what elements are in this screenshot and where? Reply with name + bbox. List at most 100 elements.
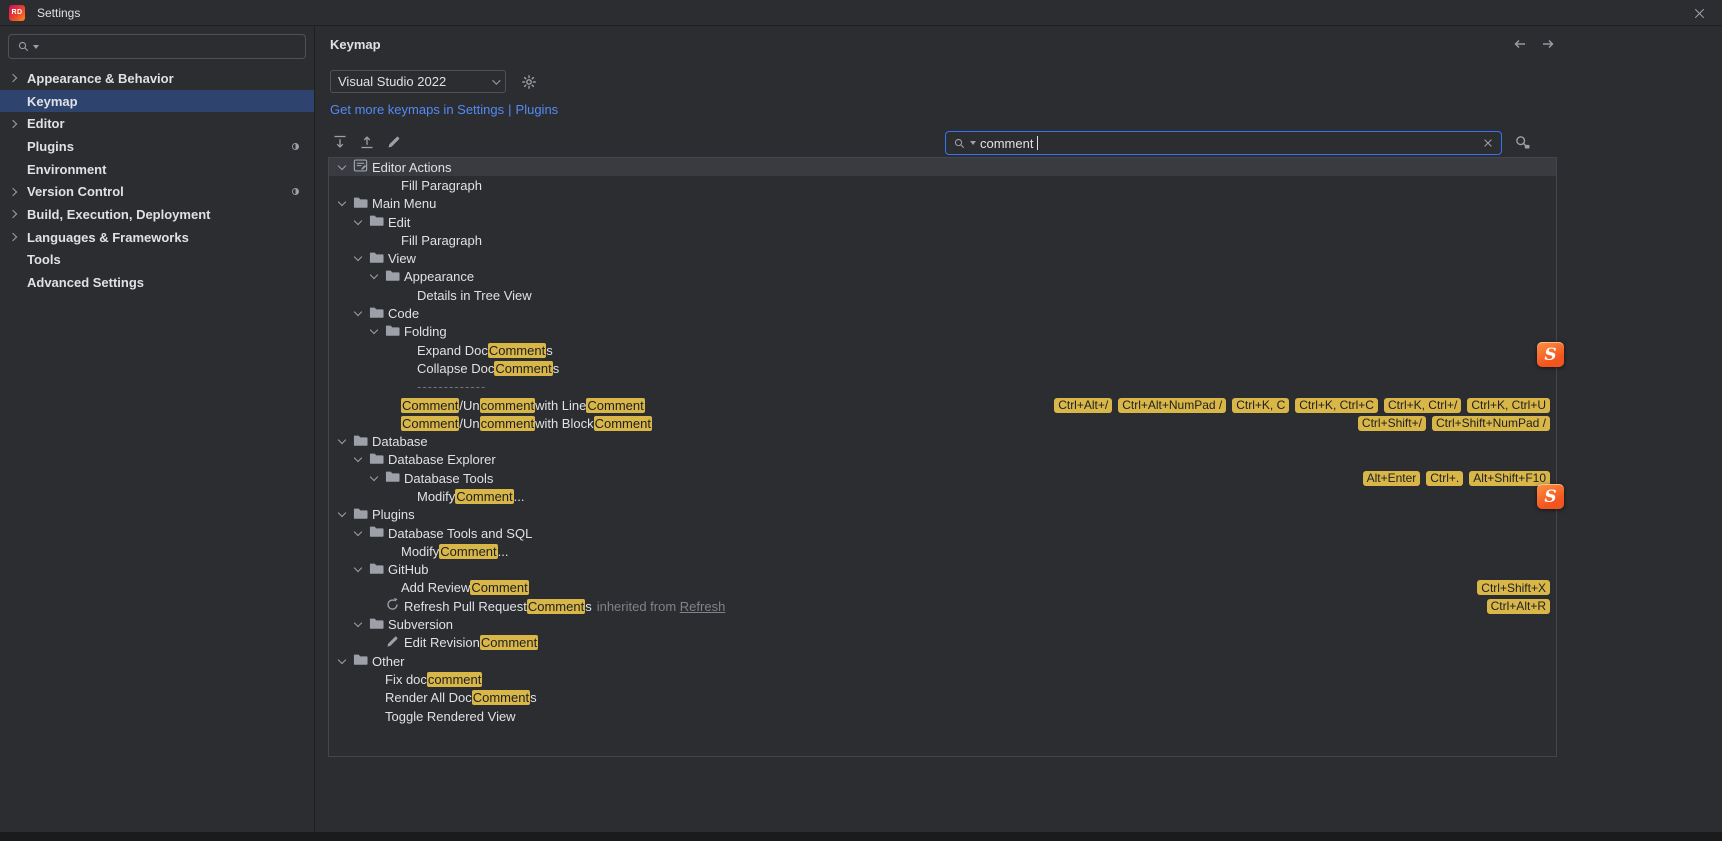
tree-row-refresh-pull-request-comments[interactable]: Refresh Pull Request Comments inherited … — [329, 597, 1556, 615]
chevron-down-icon[interactable] — [338, 198, 346, 206]
collapse-all-icon[interactable] — [359, 134, 375, 150]
back-arrow-icon[interactable] — [1512, 36, 1528, 52]
sidebar-item-tools[interactable]: Tools — [0, 249, 314, 272]
close-button[interactable] — [1677, 0, 1722, 26]
tree-row-plugins[interactable]: Plugins — [329, 506, 1556, 524]
expand-all-icon[interactable] — [332, 134, 348, 150]
chevron-down-icon[interactable] — [354, 454, 362, 462]
shortcut-badge: Alt+Enter — [1363, 471, 1421, 486]
sidebar-item-keymap[interactable]: Keymap — [0, 90, 314, 113]
shortcut-list: Alt+EnterCtrl+.Alt+Shift+F10 — [1363, 471, 1556, 486]
tree-row-modify-comment-2[interactable]: Modify Comment... — [329, 542, 1556, 560]
tree-row-database[interactable]: Database — [329, 432, 1556, 450]
tree-row-fill-paragraph-2[interactable]: Fill Paragraph — [329, 231, 1556, 249]
chevron-down-icon[interactable] — [338, 436, 346, 444]
chevron-down-icon[interactable] — [354, 619, 362, 627]
tree-row-subversion[interactable]: Subversion — [329, 615, 1556, 633]
edit-shortcut-icon[interactable] — [386, 134, 402, 150]
settings-search-input[interactable] — [8, 34, 306, 59]
tree-row-database-explorer[interactable]: Database Explorer — [329, 451, 1556, 469]
action-label: Refresh Pull Request Comments — [404, 599, 592, 614]
search-icon — [953, 137, 966, 150]
chevron-down-icon[interactable] — [338, 509, 346, 517]
tree-row-edit-revision-comment[interactable]: Edit Revision Comment — [329, 634, 1556, 652]
chevron-down-icon[interactable] — [354, 564, 362, 572]
tree-row-fill-paragraph[interactable]: Fill Paragraph — [329, 176, 1556, 194]
chevron-cell — [337, 660, 353, 663]
search-match-highlight: Comment — [439, 544, 497, 559]
tree-row-separator[interactable]: ------------- — [329, 378, 1556, 396]
tree-row-view[interactable]: View — [329, 249, 1556, 267]
sidebar-item-advanced-settings[interactable]: Advanced Settings — [0, 271, 314, 294]
chevron-down-icon[interactable] — [354, 216, 362, 224]
tree-row-database-tools-and-sql[interactable]: Database Tools and SQL — [329, 524, 1556, 542]
tree-row-appearance[interactable]: Appearance — [329, 268, 1556, 286]
chevron-down-icon[interactable] — [338, 161, 346, 169]
sidebar-item-editor[interactable]: Editor — [0, 112, 314, 135]
gear-icon[interactable] — [521, 74, 537, 90]
action-label: Details in Tree View — [417, 288, 532, 303]
tree-row-comment-uncomment-line[interactable]: Comment/Uncomment with Line CommentCtrl+… — [329, 396, 1556, 414]
keymap-settings-page: Keymap Visual Studio 2022 Get more keyma… — [316, 26, 1722, 832]
plugins-link[interactable]: Plugins — [516, 102, 559, 117]
inherited-from-link[interactable]: Refresh — [680, 599, 726, 614]
chevron-right-icon[interactable] — [9, 119, 17, 127]
folder-icon — [353, 195, 372, 213]
tree-row-expand-doc-comments[interactable]: Expand Doc Comments — [329, 341, 1556, 359]
sidebar-item-plugins[interactable]: Plugins — [0, 135, 314, 158]
sidebar-item-build-execution-deployment[interactable]: Build, Execution, Deployment — [0, 203, 314, 226]
tree-row-fix-doc-comment[interactable]: Fix doc comment — [329, 670, 1556, 688]
chevron-down-icon[interactable] — [354, 527, 362, 535]
chevron-right-icon[interactable] — [9, 74, 17, 82]
sidebar-item-environment[interactable]: Environment — [0, 158, 314, 181]
label-text: Other — [372, 654, 405, 669]
tree-row-edit[interactable]: Edit — [329, 213, 1556, 231]
tree-row-collapse-doc-comments[interactable]: Collapse Doc Comments — [329, 359, 1556, 377]
tree-row-add-review-comment[interactable]: Add Review CommentCtrl+Shift+X — [329, 579, 1556, 597]
chevron-cell — [10, 121, 27, 127]
folder-icon — [353, 506, 372, 524]
tree-row-github[interactable]: GitHub — [329, 561, 1556, 579]
chevron-down-icon[interactable] — [370, 326, 378, 334]
tree-row-main-menu[interactable]: Main Menu — [329, 195, 1556, 213]
tree-row-other[interactable]: Other — [329, 652, 1556, 670]
action-label: Appearance — [404, 269, 474, 284]
tree-row-details-in-tree-view[interactable]: Details in Tree View — [329, 286, 1556, 304]
editor-actions-icon — [353, 158, 368, 173]
chevron-down-icon[interactable] — [338, 655, 346, 663]
tree-row-toggle-rendered-view[interactable]: Toggle Rendered View — [329, 707, 1556, 725]
tree-row-comment-uncomment-block[interactable]: Comment/Uncomment with Block CommentCtrl… — [329, 414, 1556, 432]
get-more-keymaps-link[interactable]: Get more keymaps in Settings — [330, 102, 504, 117]
chevron-right-icon[interactable] — [9, 188, 17, 196]
chevron-down-icon[interactable] — [370, 472, 378, 480]
sidebar-item-languages-frameworks[interactable]: Languages & Frameworks — [0, 226, 314, 249]
chevron-down-icon[interactable] — [354, 308, 362, 316]
tree-row-code[interactable]: Code — [329, 304, 1556, 322]
forward-arrow-icon[interactable] — [1540, 36, 1556, 52]
chevron-right-icon[interactable] — [9, 233, 17, 241]
sidebar-item-appearance-behavior[interactable]: Appearance & Behavior — [0, 67, 314, 90]
chevron-right-icon[interactable] — [9, 210, 17, 218]
chevron-down-icon[interactable] — [354, 253, 362, 261]
chevron-down-icon[interactable] — [370, 271, 378, 279]
tree-row-editor-actions[interactable]: Editor Actions — [329, 158, 1556, 176]
action-label: Edit Revision Comment — [404, 635, 538, 650]
label-text: Database — [372, 434, 428, 449]
tree-row-render-all-doc-comments[interactable]: Render All Doc Comments — [329, 689, 1556, 707]
search-match-highlight: Comment — [401, 398, 459, 413]
action-label: Modify Comment... — [401, 544, 509, 559]
shortcut-badge: Ctrl+K, Ctrl+C — [1295, 398, 1378, 413]
text-caret — [1037, 136, 1038, 150]
label-text: Subversion — [388, 617, 453, 632]
label-text: Database Explorer — [388, 452, 496, 467]
sidebar-item-version-control[interactable]: Version Control — [0, 180, 314, 203]
action-label: Modify Comment... — [417, 489, 525, 504]
keymap-scheme-value: Visual Studio 2022 — [338, 74, 446, 89]
find-actions-by-shortcut-icon[interactable] — [1514, 134, 1531, 151]
clear-search-icon[interactable] — [1482, 137, 1494, 149]
tree-row-database-tools[interactable]: Database ToolsAlt+EnterCtrl+.Alt+Shift+F… — [329, 469, 1556, 487]
tree-row-folding[interactable]: Folding — [329, 323, 1556, 341]
keymap-scheme-select[interactable]: Visual Studio 2022 — [330, 70, 506, 93]
keymap-search-input[interactable]: comment — [945, 131, 1502, 155]
tree-row-modify-comment[interactable]: Modify Comment... — [329, 487, 1556, 505]
